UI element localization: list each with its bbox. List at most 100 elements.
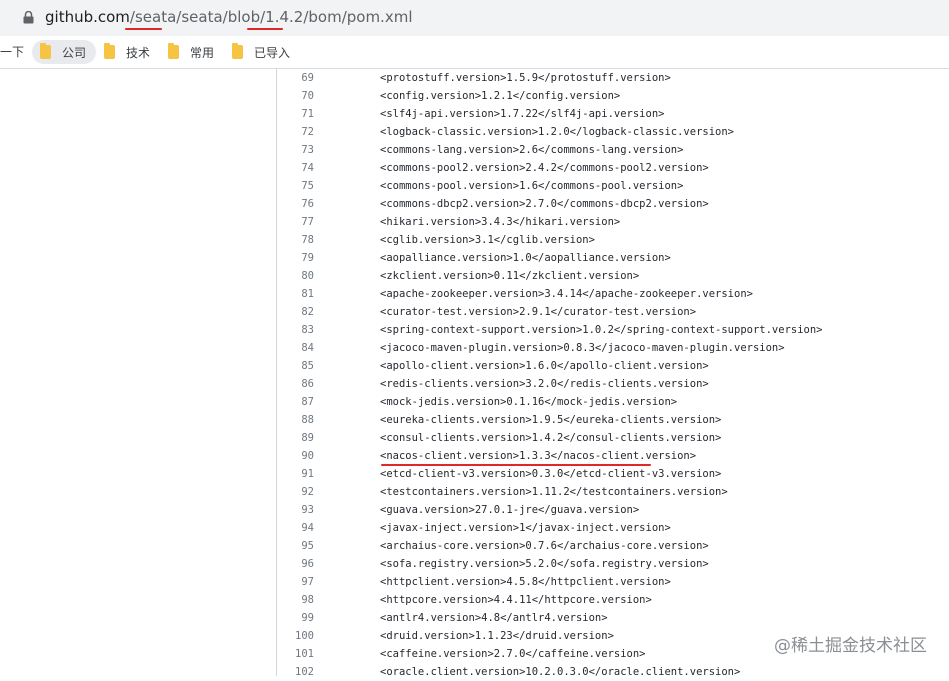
line-number[interactable]: 69	[277, 69, 314, 87]
line-number[interactable]: 73	[277, 141, 314, 159]
line-text: <redis-clients.version>3.2.0</redis-clie…	[380, 378, 709, 390]
code-line: 71 <slf4j-api.version>1.7.22</slf4j-api.v…	[277, 105, 949, 123]
line-number[interactable]: 75	[277, 177, 314, 195]
line-number[interactable]: 76	[277, 195, 314, 213]
line-text: <archaius-core.version>0.7.6</archaius-c…	[380, 540, 709, 552]
line-number[interactable]: 80	[277, 267, 314, 285]
code-line: 78 <cglib.version>3.1</cglib.version>	[277, 231, 949, 249]
watermark: @稀土掘金技术社区	[774, 636, 927, 656]
line-number[interactable]: 72	[277, 123, 314, 141]
line-number[interactable]: 95	[277, 537, 314, 555]
line-number[interactable]: 81	[277, 285, 314, 303]
bookmark-label: 常用	[190, 45, 215, 60]
code-line: 86 <redis-clients.version>3.2.0</redis-cl…	[277, 375, 949, 393]
line-number[interactable]: 89	[277, 429, 314, 447]
bookmark-company[interactable]: 公司	[32, 40, 97, 64]
line-number[interactable]: 101	[277, 645, 314, 663]
line-number[interactable]: 70	[277, 87, 314, 105]
annotation-underline-version	[247, 28, 283, 30]
code-line: 69 <protostuff.version>1.5.9</protostuff.…	[277, 69, 949, 87]
bookmark-label: 已导入	[254, 45, 291, 60]
line-number[interactable]: 88	[277, 411, 314, 429]
line-number[interactable]: 99	[277, 609, 314, 627]
line-number[interactable]: 84	[277, 339, 314, 357]
line-number[interactable]: 87	[277, 393, 314, 411]
line-text: <httpclient.version>4.5.8</httpclient.ve…	[380, 576, 671, 588]
line-number[interactable]: 77	[277, 213, 314, 231]
line-text: <apollo-client.version>1.6.0</apollo-cli…	[380, 360, 709, 372]
code-line: 80 <zkclient.version>0.11</zkclient.versi…	[277, 267, 949, 285]
line-number[interactable]: 78	[277, 231, 314, 249]
code-line: 87 <mock-jedis.version>0.1.16</mock-jedis…	[277, 393, 949, 411]
folder-icon	[40, 43, 51, 59]
line-text: <commons-dbcp2.version>2.7.0</commons-db…	[380, 198, 709, 210]
code-line: 98 <httpcore.version>4.4.11</httpcore.ver…	[277, 591, 949, 609]
bookmarks-bar: 一下 公司 技术 常用 已导入	[0, 36, 949, 69]
line-text: <caffeine.version>2.7.0</caffeine.versio…	[380, 648, 646, 660]
line-number[interactable]: 79	[277, 249, 314, 267]
folder-icon	[232, 43, 243, 59]
line-number[interactable]: 93	[277, 501, 314, 519]
line-text: <oracle.client.version>10.2.0.3.0</oracl…	[380, 666, 741, 678]
line-text: <cglib.version>3.1</cglib.version>	[380, 234, 595, 246]
line-number[interactable]: 91	[277, 465, 314, 483]
line-text: <eureka-clients.version>1.9.5</eureka-cl…	[380, 414, 722, 426]
line-number[interactable]: 92	[277, 483, 314, 501]
line-number[interactable]: 96	[277, 555, 314, 573]
bookmark-cut-label[interactable]: 一下	[0, 40, 24, 64]
lock-icon	[23, 11, 34, 24]
line-number[interactable]: 82	[277, 303, 314, 321]
code-line: 72 <logback-classic.version>1.2.0</logbac…	[277, 123, 949, 141]
url-version: 1.4.2	[265, 8, 304, 26]
line-text: <nacos-client.version>1.3.3</nacos-clien…	[380, 450, 697, 462]
line-text: <consul-clients.version>1.4.2</consul-cl…	[380, 432, 722, 444]
url-host: github.com	[45, 8, 130, 26]
line-text: <javax-inject.version>1</javax-inject.ve…	[380, 522, 671, 534]
bookmark-imported[interactable]: 已导入	[232, 40, 290, 64]
line-number[interactable]: 90	[277, 447, 314, 465]
code-line: 83 <spring-context-support.version>1.0.2<…	[277, 321, 949, 339]
code-line: 85 <apollo-client.version>1.6.0</apollo-c…	[277, 357, 949, 375]
line-text: <aopalliance.version>1.0</aopalliance.ve…	[380, 252, 671, 264]
line-text: <spring-context-support.version>1.0.2</s…	[380, 324, 823, 336]
line-number[interactable]: 94	[277, 519, 314, 537]
annotation-underline-owner	[125, 28, 162, 30]
bookmark-label: 技术	[126, 45, 151, 60]
code-line: 92 <testcontainers.version>1.11.2</testco…	[277, 483, 949, 501]
address-bar[interactable]: github.com/seata/seata/blob/1.4.2/bom/po…	[0, 0, 949, 36]
line-text: <commons-lang.version>2.6</commons-lang.…	[380, 144, 684, 156]
line-text: <commons-pool2.version>2.4.2</commons-po…	[380, 162, 709, 174]
line-text: <slf4j-api.version>1.7.22</slf4j-api.ver…	[380, 108, 665, 120]
line-text: <protostuff.version>1.5.9</protostuff.ve…	[380, 72, 671, 84]
line-text: <druid.version>1.1.23</druid.version>	[380, 630, 614, 642]
line-text: <guava.version>27.0.1-jre</guava.version…	[380, 504, 640, 516]
line-number[interactable]: 85	[277, 357, 314, 375]
code-line: 76 <commons-dbcp2.version>2.7.0</commons-…	[277, 195, 949, 213]
line-number[interactable]: 97	[277, 573, 314, 591]
code-line: 97 <httpclient.version>4.5.8</httpclient.…	[277, 573, 949, 591]
code-line: 96 <sofa.registry.version>5.2.0</sofa.reg…	[277, 555, 949, 573]
code-line: 93 <guava.version>27.0.1-jre</guava.versi…	[277, 501, 949, 519]
bookmark-common[interactable]: 常用	[168, 40, 214, 64]
line-text: <curator-test.version>2.9.1</curator-tes…	[380, 306, 697, 318]
line-number[interactable]: 74	[277, 159, 314, 177]
line-text: <jacoco-maven-plugin.version>0.8.3</jaco…	[380, 342, 785, 354]
line-text: <sofa.registry.version>5.2.0</sofa.regis…	[380, 558, 709, 570]
code-line: 75 <commons-pool.version>1.6</commons-poo…	[277, 177, 949, 195]
line-number[interactable]: 71	[277, 105, 314, 123]
url-file-path: /bom/pom.xml	[303, 8, 413, 26]
line-number[interactable]: 98	[277, 591, 314, 609]
line-number[interactable]: 102	[277, 663, 314, 681]
bookmark-tech[interactable]: 技术	[104, 40, 150, 64]
url-owner: seata	[134, 8, 177, 26]
url-repo-path: /seata/blob/	[176, 8, 266, 26]
line-text: <config.version>1.2.1</config.version>	[380, 90, 621, 102]
bookmark-label: 公司	[62, 45, 87, 60]
line-text: <etcd-client-v3.version>0.3.0</etcd-clie…	[380, 468, 722, 480]
line-number[interactable]: 86	[277, 375, 314, 393]
line-number[interactable]: 100	[277, 627, 314, 645]
line-text: <commons-pool.version>1.6</commons-pool.…	[380, 180, 684, 192]
line-number[interactable]: 83	[277, 321, 314, 339]
url-text[interactable]: github.com/seata/seata/blob/1.4.2/bom/po…	[45, 8, 412, 26]
code-line: 84 <jacoco-maven-plugin.version>0.8.3</ja…	[277, 339, 949, 357]
